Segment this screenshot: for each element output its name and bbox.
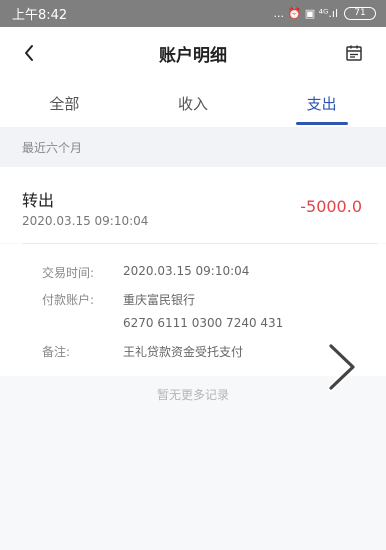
detail-value-time: 2020.03.15 09:10:04 <box>123 264 250 278</box>
status-bar: 上午8:42 ... ⏰ ▣ ⁴ᴳ.ıl 71 <box>0 0 386 27</box>
calendar-button[interactable] <box>342 41 366 65</box>
record-title: 转出 <box>22 191 55 210</box>
tab-expense-label: 支出 <box>306 94 337 113</box>
detail-value-remark: 王礼贷款资金受托支付 <box>123 345 244 359</box>
detail-value-bank: 重庆富民银行 <box>123 293 196 307</box>
back-button[interactable] <box>16 39 42 67</box>
section-label: 最近六个月 <box>22 140 83 155</box>
calendar-icon <box>346 45 362 61</box>
status-time: 上午8:42 <box>12 8 68 23</box>
next-button[interactable] <box>324 342 360 392</box>
active-tab-indicator <box>295 122 348 125</box>
chevron-left-icon <box>25 45 33 61</box>
nav-bar: 账户明细 <box>0 27 386 79</box>
tab-bar: 全部 收入 支出 <box>0 79 386 127</box>
record-amount: -5000.0 <box>300 197 362 216</box>
record-time: 2020.03.15 09:10:04 <box>22 214 149 228</box>
battery-level: 71 <box>354 8 366 18</box>
detail-label-remark: 备注: <box>42 345 71 359</box>
status-icons: ... ⏰ ▣ ⁴ᴳ.ıl 71 <box>274 7 376 20</box>
section-header: 最近六个月 <box>0 127 386 167</box>
battery-icon: 71 <box>344 7 376 20</box>
detail-label-account: 付款账户: <box>42 293 95 307</box>
tab-expense[interactable]: 支出 <box>257 79 386 127</box>
tab-income[interactable]: 收入 <box>129 79 258 127</box>
tab-all-label: 全部 <box>49 94 80 113</box>
chevron-right-icon <box>327 342 357 392</box>
tab-all[interactable]: 全部 <box>0 79 129 127</box>
status-icons-text: ... ⏰ ▣ ⁴ᴳ.ıl <box>273 7 338 20</box>
no-more-records: 暂无更多记录 <box>156 388 229 402</box>
page-title: 账户明细 <box>159 45 227 66</box>
tab-income-label: 收入 <box>178 94 209 113</box>
detail-label-time: 交易时间: <box>42 266 95 280</box>
transaction-record[interactable]: 转出 2020.03.15 09:10:04 -5000.0 <box>0 167 386 243</box>
detail-value-account-number: 6270 6111 0300 7240 431 <box>123 316 284 330</box>
